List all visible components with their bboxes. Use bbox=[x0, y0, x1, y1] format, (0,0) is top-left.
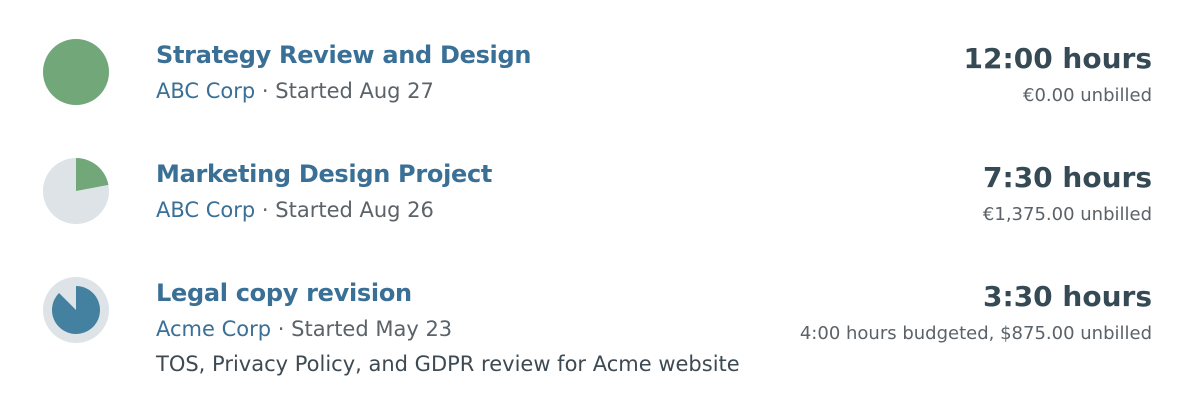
billing-status: 4:00 hours budgeted, $875.00 unbilled bbox=[799, 323, 1152, 344]
hours-total: 3:30 hours bbox=[983, 280, 1152, 313]
progress-fill bbox=[43, 39, 109, 105]
meta-separator: · bbox=[277, 317, 292, 341]
billing-status: €1,375.00 unbilled bbox=[982, 204, 1152, 225]
meta-separator: · bbox=[261, 198, 276, 222]
project-meta: ABC Corp · Started Aug 27 bbox=[156, 79, 434, 103]
started-date: Started May 23 bbox=[291, 317, 453, 341]
progress-pie-icon bbox=[43, 39, 109, 105]
hours-total: 12:00 hours bbox=[963, 42, 1152, 75]
progress-pie-icon bbox=[43, 277, 109, 343]
client-link[interactable]: Acme Corp bbox=[156, 317, 271, 341]
progress-pie-icon bbox=[43, 158, 109, 224]
project-meta: ABC Corp · Started Aug 26 bbox=[156, 198, 434, 222]
started-date: Started Aug 26 bbox=[275, 198, 434, 222]
hours-total: 7:30 hours bbox=[983, 161, 1152, 194]
client-link[interactable]: ABC Corp bbox=[156, 198, 255, 222]
started-date: Started Aug 27 bbox=[275, 79, 434, 103]
meta-separator: · bbox=[261, 79, 276, 103]
project-meta: Acme Corp · Started May 23 bbox=[156, 317, 452, 341]
project-description: TOS, Privacy Policy, and GDPR review for… bbox=[156, 352, 740, 376]
client-link[interactable]: ABC Corp bbox=[156, 79, 255, 103]
project-title[interactable]: Legal copy revision bbox=[156, 279, 412, 307]
project-title[interactable]: Marketing Design Project bbox=[156, 160, 492, 188]
project-title[interactable]: Strategy Review and Design bbox=[156, 41, 531, 69]
project-list: Strategy Review and Design ABC Corp · St… bbox=[0, 0, 1190, 408]
billing-status: €0.00 unbilled bbox=[1023, 85, 1152, 106]
